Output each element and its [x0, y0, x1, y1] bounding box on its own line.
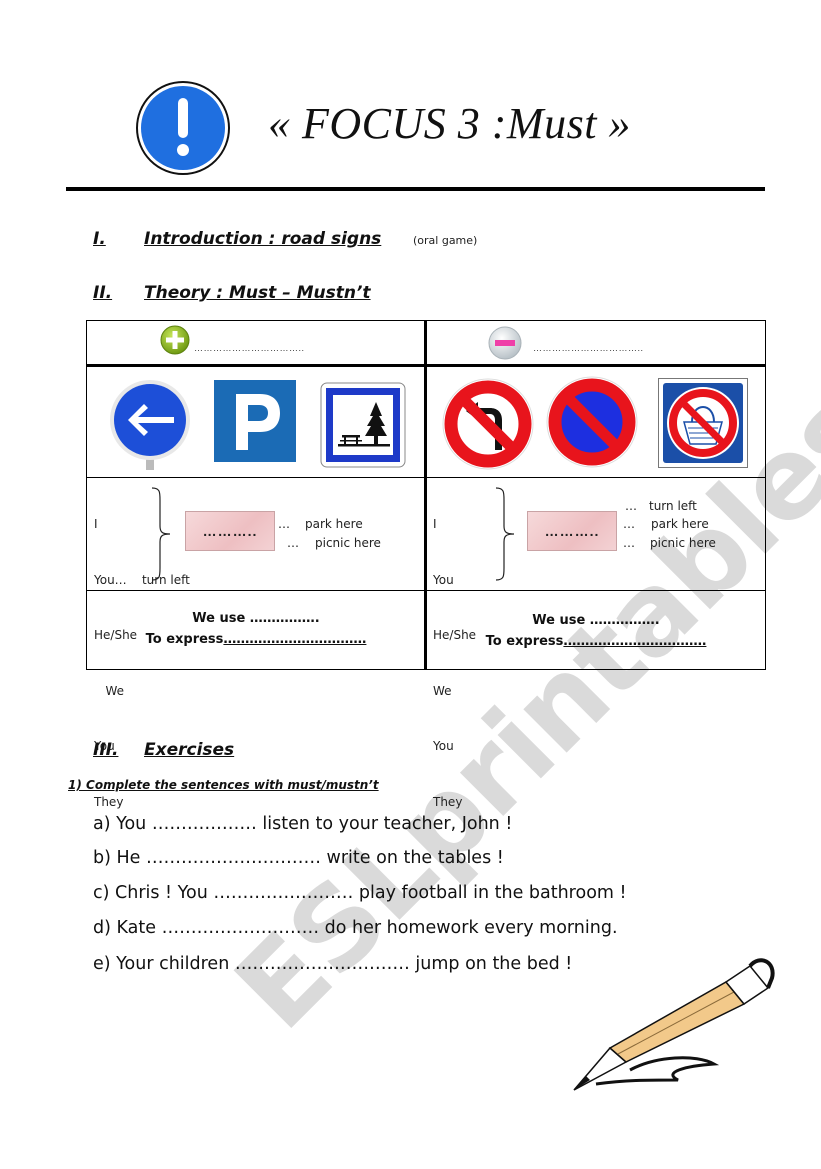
exercise-sentence: b) He ………………………… write on the tables ! [93, 848, 504, 868]
section-2-title: Theory : Must – Mustn’t [144, 283, 371, 303]
pronoun: I [94, 517, 98, 531]
pronoun: I [433, 517, 437, 531]
pronoun: You [433, 739, 454, 753]
positive-verb-dots: … [287, 536, 299, 550]
positive-pronoun-list: I You… turn left He/She We You They [94, 478, 190, 830]
negative-pronoun-list: I You He/She We You They [433, 478, 476, 830]
pronoun: They [433, 794, 463, 809]
negative-verb-dots: … [623, 536, 635, 550]
positive-form-blank: …………………………….. [194, 343, 305, 353]
brace-icon [495, 487, 515, 581]
to-express-label: To express [485, 634, 564, 649]
section-3-title: Exercises [144, 740, 235, 760]
brace-icon [151, 487, 171, 581]
exercise-sentence: d) Kate ……………………… do her homework every … [93, 918, 618, 938]
page-title: « FOCUS 3 :Must » [268, 99, 631, 148]
negative-verb-park: park here [651, 517, 709, 531]
positive-verb-park: park here [305, 517, 363, 531]
positive-usage: We use ……………. To express…………………………… [87, 608, 425, 650]
negative-to-express: To express…………………………… [427, 631, 765, 652]
positive-we-use: We use ……………. [192, 611, 320, 626]
negative-verb-dots: … [623, 517, 635, 531]
to-express-label: To express [145, 632, 224, 647]
negative-verb-dots: … [625, 499, 637, 513]
exclamation-sign-icon [136, 81, 230, 175]
section-2-number: II. [93, 283, 113, 303]
pronoun: They [94, 794, 124, 809]
no-parking-sign-icon [546, 376, 638, 468]
negative-usage: We use ……………. To express…………………………… [427, 610, 765, 652]
negative-verb-picnic: picnic here [650, 536, 716, 550]
section-3-number: III. [93, 740, 119, 760]
to-express-blank: …………………………… [223, 632, 367, 647]
positive-verb-dots: … [278, 517, 290, 531]
negative-form-blank: …………………………….. [533, 343, 644, 353]
minus-icon [488, 326, 522, 360]
turn-left-mandatory-sign-icon [110, 380, 190, 470]
exercise-sentence: c) Chris ! You …………………… play football in… [93, 883, 627, 903]
to-express-blank: …………………………… [563, 634, 707, 649]
positive-to-express: To express…………………………… [87, 629, 425, 650]
pronoun: We [94, 683, 124, 698]
pencil-icon [573, 958, 775, 1091]
section-1-number: I. [93, 229, 106, 249]
header-divider [66, 187, 765, 191]
negative-modal-answer-box[interactable]: ……….. [527, 511, 617, 551]
pronoun: You… turn left [94, 572, 190, 587]
parking-sign-icon [214, 380, 296, 462]
picnic-area-sign-icon [320, 382, 406, 468]
no-picnic-sign-icon [658, 378, 748, 468]
positive-verb-picnic: picnic here [315, 536, 381, 550]
pronoun: We [433, 683, 452, 698]
exercise-sentence: a) You ……………… listen to your teacher, Jo… [93, 814, 513, 834]
exercise-instruction: 1) Complete the sentences with must/must… [68, 778, 379, 792]
table-row-divider [86, 364, 766, 367]
section-1-note: (oral game) [413, 234, 478, 247]
positive-modal-answer-box[interactable]: ……….. [185, 511, 275, 551]
plus-icon [160, 325, 190, 355]
negative-we-use: We use ……………. [532, 613, 660, 628]
section-1-title: Introduction : road signs [144, 229, 382, 249]
no-left-turn-sign-icon [442, 378, 534, 470]
pronoun: You [433, 572, 454, 587]
exercise-sentence: e) Your children ………………………… jump on the … [93, 954, 573, 974]
negative-verb-turn-left: turn left [649, 499, 697, 513]
